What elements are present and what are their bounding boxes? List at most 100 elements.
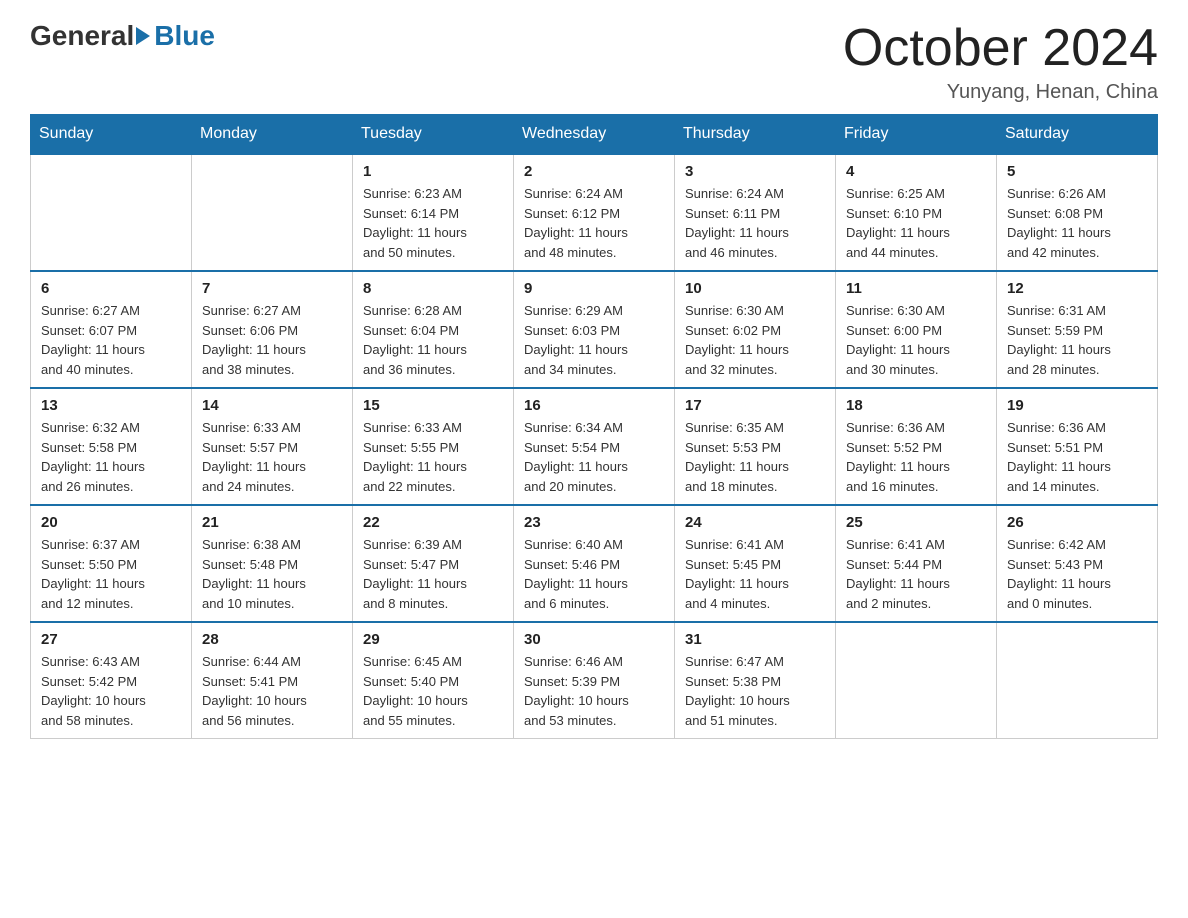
day-info: Sunrise: 6:28 AMSunset: 6:04 PMDaylight:… xyxy=(363,301,503,379)
day-info: Sunrise: 6:24 AMSunset: 6:12 PMDaylight:… xyxy=(524,184,664,262)
day-number: 29 xyxy=(363,631,503,648)
calendar-cell: 4Sunrise: 6:25 AMSunset: 6:10 PMDaylight… xyxy=(836,154,997,271)
day-number: 23 xyxy=(524,514,664,531)
day-number: 30 xyxy=(524,631,664,648)
day-number: 11 xyxy=(846,280,986,297)
day-number: 28 xyxy=(202,631,342,648)
day-info: Sunrise: 6:36 AMSunset: 5:51 PMDaylight:… xyxy=(1007,418,1147,496)
calendar-cell: 29 Sunrise: 6:45 AMSunset: 5:40 PMDayligh… xyxy=(353,622,514,739)
day-number: 6 xyxy=(41,280,181,297)
logo-text: General Blue xyxy=(30,20,215,52)
day-info: Sunrise: 6:39 AMSunset: 5:47 PMDaylight:… xyxy=(363,535,503,613)
day-info: Sunrise: 6:37 AMSunset: 5:50 PMDaylight:… xyxy=(41,535,181,613)
day-info: Sunrise: 6:44 AMSunset: 5:41 PMDaylight:… xyxy=(202,652,342,730)
calendar-week-row: 1 Sunrise: 6:23 AMSunset: 6:14 PMDaylight… xyxy=(31,154,1158,271)
day-info: Sunrise: 6:35 AMSunset: 5:53 PMDaylight:… xyxy=(685,418,825,496)
calendar-cell: 26Sunrise: 6:42 AMSunset: 5:43 PMDayligh… xyxy=(997,505,1158,622)
calendar-cell: 17 Sunrise: 6:35 AMSunset: 5:53 PMDayligh… xyxy=(675,388,836,505)
day-number: 21 xyxy=(202,514,342,531)
logo-arrow-icon xyxy=(136,27,150,45)
day-number: 24 xyxy=(685,514,825,531)
header: General Blue October 2024 Yunyang, Henan… xyxy=(30,20,1158,104)
calendar-cell xyxy=(31,154,192,271)
calendar-cell: 25Sunrise: 6:41 AMSunset: 5:44 PMDayligh… xyxy=(836,505,997,622)
calendar-cell: 28 Sunrise: 6:44 AMSunset: 5:41 PMDayligh… xyxy=(192,622,353,739)
day-info: Sunrise: 6:45 AMSunset: 5:40 PMDaylight:… xyxy=(363,652,503,730)
day-info: Sunrise: 6:34 AMSunset: 5:54 PMDaylight:… xyxy=(524,418,664,496)
calendar-cell: 9Sunrise: 6:29 AMSunset: 6:03 PMDaylight… xyxy=(514,271,675,388)
day-number: 5 xyxy=(1007,163,1147,180)
calendar-cell: 6Sunrise: 6:27 AMSunset: 6:07 PMDaylight… xyxy=(31,271,192,388)
day-info: Sunrise: 6:23 AMSunset: 6:14 PMDaylight:… xyxy=(363,184,503,262)
calendar-header-thursday: Thursday xyxy=(675,115,836,155)
calendar-cell: 14Sunrise: 6:33 AMSunset: 5:57 PMDayligh… xyxy=(192,388,353,505)
calendar-cell: 3 Sunrise: 6:24 AMSunset: 6:11 PMDaylight… xyxy=(675,154,836,271)
calendar-header-monday: Monday xyxy=(192,115,353,155)
day-number: 31 xyxy=(685,631,825,648)
logo-blue-text: Blue xyxy=(154,20,215,52)
calendar-cell: 20 Sunrise: 6:37 AMSunset: 5:50 PMDayligh… xyxy=(31,505,192,622)
calendar-cell: 15 Sunrise: 6:33 AMSunset: 5:55 PMDayligh… xyxy=(353,388,514,505)
calendar-header-saturday: Saturday xyxy=(997,115,1158,155)
calendar-cell: 12 Sunrise: 6:31 AMSunset: 5:59 PMDayligh… xyxy=(997,271,1158,388)
calendar-cell: 7 Sunrise: 6:27 AMSunset: 6:06 PMDaylight… xyxy=(192,271,353,388)
calendar-cell xyxy=(836,622,997,739)
calendar-cell: 24 Sunrise: 6:41 AMSunset: 5:45 PMDayligh… xyxy=(675,505,836,622)
day-number: 15 xyxy=(363,397,503,414)
day-number: 3 xyxy=(685,163,825,180)
day-info: Sunrise: 6:31 AMSunset: 5:59 PMDaylight:… xyxy=(1007,301,1147,379)
calendar-header-sunday: Sunday xyxy=(31,115,192,155)
calendar-header-friday: Friday xyxy=(836,115,997,155)
logo-general-text: General xyxy=(30,20,134,52)
day-info: Sunrise: 6:41 AMSunset: 5:44 PMDaylight:… xyxy=(846,535,986,613)
day-info: Sunrise: 6:46 AMSunset: 5:39 PMDaylight:… xyxy=(524,652,664,730)
day-number: 20 xyxy=(41,514,181,531)
calendar-header-tuesday: Tuesday xyxy=(353,115,514,155)
month-title: October 2024 xyxy=(843,20,1158,77)
calendar-cell: 22 Sunrise: 6:39 AMSunset: 5:47 PMDayligh… xyxy=(353,505,514,622)
day-number: 2 xyxy=(524,163,664,180)
day-number: 26 xyxy=(1007,514,1147,531)
calendar-header-wednesday: Wednesday xyxy=(514,115,675,155)
day-number: 7 xyxy=(202,280,342,297)
calendar-cell: 8 Sunrise: 6:28 AMSunset: 6:04 PMDaylight… xyxy=(353,271,514,388)
calendar-cell: 1 Sunrise: 6:23 AMSunset: 6:14 PMDaylight… xyxy=(353,154,514,271)
calendar-week-row: 13 Sunrise: 6:32 AMSunset: 5:58 PMDayligh… xyxy=(31,388,1158,505)
day-number: 13 xyxy=(41,397,181,414)
day-info: Sunrise: 6:40 AMSunset: 5:46 PMDaylight:… xyxy=(524,535,664,613)
calendar-cell: 11 Sunrise: 6:30 AMSunset: 6:00 PMDayligh… xyxy=(836,271,997,388)
day-info: Sunrise: 6:43 AMSunset: 5:42 PMDaylight:… xyxy=(41,652,181,730)
calendar-cell xyxy=(997,622,1158,739)
day-number: 19 xyxy=(1007,397,1147,414)
day-number: 12 xyxy=(1007,280,1147,297)
day-info: Sunrise: 6:47 AMSunset: 5:38 PMDaylight:… xyxy=(685,652,825,730)
day-info: Sunrise: 6:41 AMSunset: 5:45 PMDaylight:… xyxy=(685,535,825,613)
calendar-cell: 5 Sunrise: 6:26 AMSunset: 6:08 PMDaylight… xyxy=(997,154,1158,271)
day-info: Sunrise: 6:30 AMSunset: 6:00 PMDaylight:… xyxy=(846,301,986,379)
calendar-cell: 10Sunrise: 6:30 AMSunset: 6:02 PMDayligh… xyxy=(675,271,836,388)
logo-blue-part: Blue xyxy=(134,20,215,52)
calendar-table: SundayMondayTuesdayWednesdayThursdayFrid… xyxy=(30,114,1158,739)
day-number: 8 xyxy=(363,280,503,297)
calendar-week-row: 20 Sunrise: 6:37 AMSunset: 5:50 PMDayligh… xyxy=(31,505,1158,622)
day-number: 10 xyxy=(685,280,825,297)
calendar-cell: 16 Sunrise: 6:34 AMSunset: 5:54 PMDayligh… xyxy=(514,388,675,505)
day-info: Sunrise: 6:26 AMSunset: 6:08 PMDaylight:… xyxy=(1007,184,1147,262)
calendar-header-row: SundayMondayTuesdayWednesdayThursdayFrid… xyxy=(31,115,1158,155)
calendar-cell: 27Sunrise: 6:43 AMSunset: 5:42 PMDayligh… xyxy=(31,622,192,739)
day-number: 17 xyxy=(685,397,825,414)
day-info: Sunrise: 6:33 AMSunset: 5:55 PMDaylight:… xyxy=(363,418,503,496)
day-info: Sunrise: 6:27 AMSunset: 6:06 PMDaylight:… xyxy=(202,301,342,379)
calendar-week-row: 6Sunrise: 6:27 AMSunset: 6:07 PMDaylight… xyxy=(31,271,1158,388)
day-number: 16 xyxy=(524,397,664,414)
day-number: 18 xyxy=(846,397,986,414)
day-number: 4 xyxy=(846,163,986,180)
day-info: Sunrise: 6:33 AMSunset: 5:57 PMDaylight:… xyxy=(202,418,342,496)
calendar-cell: 19 Sunrise: 6:36 AMSunset: 5:51 PMDayligh… xyxy=(997,388,1158,505)
calendar-cell: 18 Sunrise: 6:36 AMSunset: 5:52 PMDayligh… xyxy=(836,388,997,505)
day-info: Sunrise: 6:36 AMSunset: 5:52 PMDaylight:… xyxy=(846,418,986,496)
day-number: 22 xyxy=(363,514,503,531)
day-number: 1 xyxy=(363,163,503,180)
day-info: Sunrise: 6:32 AMSunset: 5:58 PMDaylight:… xyxy=(41,418,181,496)
day-info: Sunrise: 6:24 AMSunset: 6:11 PMDaylight:… xyxy=(685,184,825,262)
